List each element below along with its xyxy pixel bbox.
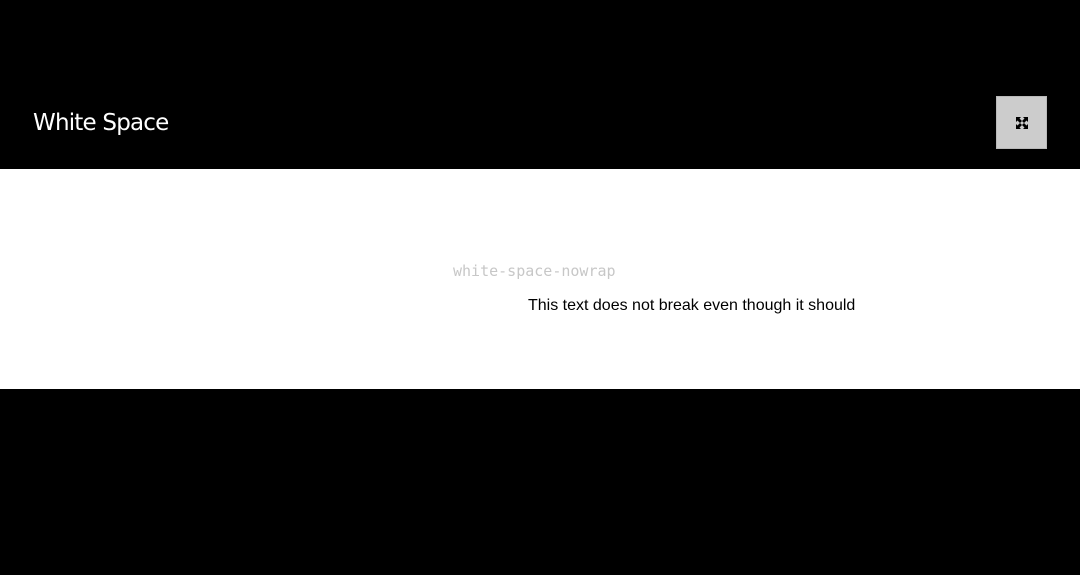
fullscreen-button[interactable]	[996, 96, 1047, 149]
utility-class-label: white-space-nowrap	[453, 262, 616, 280]
page-title: White Space	[33, 110, 169, 136]
expand-arrows-icon	[1014, 115, 1030, 131]
demo-panel: white-space-nowrap This text does not br…	[0, 169, 1080, 389]
demo-text: This text does not break even though it …	[528, 297, 856, 314]
